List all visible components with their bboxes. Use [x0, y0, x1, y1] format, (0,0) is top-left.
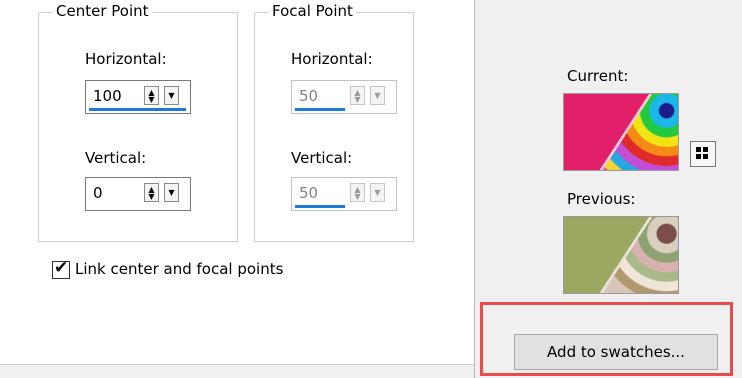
focal-vertical-dropdown[interactable]: ▼	[370, 183, 385, 202]
checkmark-icon[interactable]: ✔	[54, 258, 68, 278]
focal-vertical-label: Vertical:	[291, 149, 353, 167]
add-to-swatches-button[interactable]: Add to swatches...	[514, 334, 718, 370]
center-vertical-dropdown[interactable]: ▼	[164, 183, 179, 202]
center-horizontal-spinbox[interactable]: 100 ▲ ▼ ▼	[85, 80, 191, 114]
grid-cell-icon	[703, 147, 708, 152]
grid-cell-icon	[703, 154, 708, 159]
focal-point-group: Focal Point Horizontal: 50 ▲ ▼ ▼ Vertica…	[254, 2, 414, 242]
focal-horizontal-slider-fill[interactable]	[295, 108, 345, 111]
center-horizontal-slider-fill[interactable]	[89, 108, 186, 111]
spin-down-icon[interactable]: ▼	[145, 193, 158, 201]
center-point-title: Center Point	[53, 2, 152, 20]
focal-vertical-stepper[interactable]: ▲ ▼	[350, 183, 365, 202]
bottom-strip	[0, 364, 474, 378]
dropdown-arrow-icon[interactable]: ▼	[165, 189, 178, 197]
link-points-label[interactable]: Link center and focal points	[75, 260, 283, 278]
link-points-checkbox[interactable]: ✔	[52, 258, 70, 279]
focal-vertical-value[interactable]: 50	[299, 184, 318, 202]
focal-horizontal-stepper[interactable]: ▲ ▼	[350, 86, 365, 105]
spin-down-icon[interactable]: ▼	[351, 96, 364, 104]
center-vertical-value[interactable]: 0	[93, 184, 103, 202]
spin-down-icon[interactable]: ▼	[145, 96, 158, 104]
previous-color-swatch[interactable]	[563, 216, 679, 294]
focal-horizontal-value[interactable]: 50	[299, 87, 318, 105]
dropdown-arrow-icon[interactable]: ▼	[165, 92, 178, 100]
center-horizontal-stepper[interactable]: ▲ ▼	[144, 86, 159, 105]
focal-horizontal-label: Horizontal:	[291, 50, 373, 68]
spin-down-icon[interactable]: ▼	[351, 193, 364, 201]
dropdown-arrow-icon[interactable]: ▼	[371, 189, 384, 197]
focal-vertical-spinbox[interactable]: 50 ▲ ▼ ▼	[291, 177, 397, 211]
grid-cell-icon	[696, 154, 701, 159]
center-horizontal-label: Horizontal:	[85, 50, 167, 68]
center-point-group: Center Point Horizontal: 100 ▲ ▼ ▼ Verti…	[38, 2, 238, 242]
center-vertical-spinbox[interactable]: 0 ▲ ▼ ▼	[85, 177, 191, 211]
dropdown-arrow-icon[interactable]: ▼	[371, 92, 384, 100]
current-color-swatch[interactable]	[563, 93, 679, 171]
focal-point-title: Focal Point	[269, 2, 356, 20]
center-vertical-stepper[interactable]: ▲ ▼	[144, 183, 159, 202]
focal-vertical-slider-fill[interactable]	[295, 205, 345, 208]
current-color-label: Current:	[567, 67, 629, 85]
grid-cell-icon	[696, 147, 701, 152]
color-preview-panel	[474, 0, 742, 378]
focal-horizontal-spinbox[interactable]: 50 ▲ ▼ ▼	[291, 80, 397, 114]
center-horizontal-value[interactable]: 100	[93, 87, 122, 105]
grid-icon-button[interactable]	[690, 141, 716, 167]
focal-horizontal-dropdown[interactable]: ▼	[370, 86, 385, 105]
center-horizontal-dropdown[interactable]: ▼	[164, 86, 179, 105]
previous-color-label: Previous:	[567, 190, 636, 208]
center-vertical-label: Vertical:	[85, 149, 147, 167]
